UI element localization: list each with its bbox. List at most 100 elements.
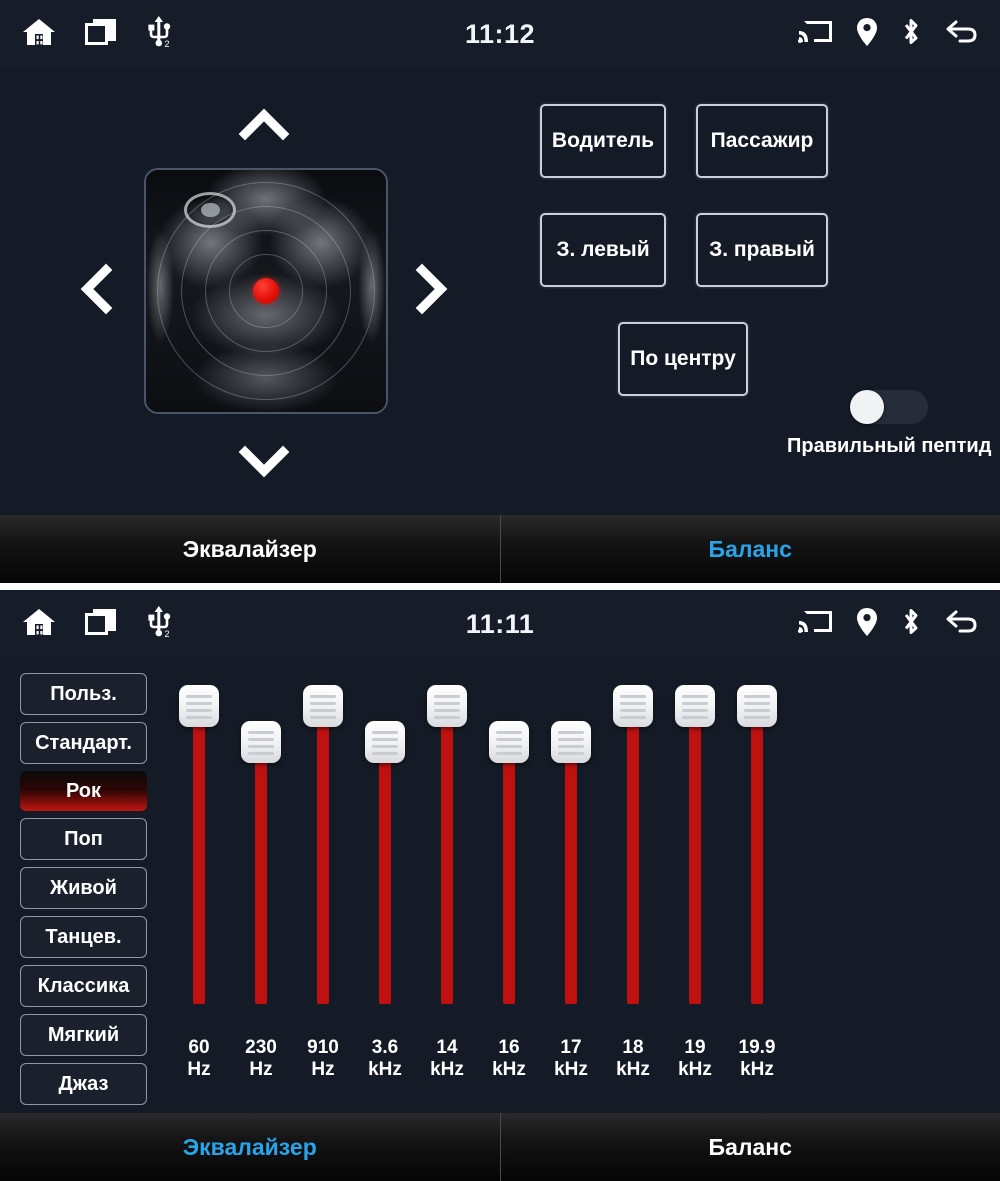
eq-slider-knob[interactable] xyxy=(737,685,777,727)
eq-slider-knob[interactable] xyxy=(613,685,653,727)
eq-preset-soft[interactable]: Мягкий xyxy=(20,1014,147,1056)
eq-preset-live[interactable]: Живой xyxy=(20,867,147,909)
knob-grip-line xyxy=(434,702,460,705)
eq-slider-knob[interactable] xyxy=(489,721,529,763)
location-icon[interactable] xyxy=(856,17,878,52)
fader-control xyxy=(64,90,464,500)
knob-grip-line xyxy=(248,752,274,755)
eq-frequency-value: 19.9 xyxy=(738,1037,776,1058)
eq-frequency-unit: Hz xyxy=(187,1059,211,1081)
eq-slider-track[interactable] xyxy=(255,747,267,1004)
eq-slider-track[interactable] xyxy=(689,711,701,1004)
knob-grip-line xyxy=(372,745,398,748)
eq-preset-dance[interactable]: Танцев. xyxy=(20,916,147,958)
knob-grip-line xyxy=(496,738,522,741)
peptide-toggle[interactable] xyxy=(850,390,929,424)
cast-icon[interactable] xyxy=(798,608,834,641)
peptide-toggle-label: Правильный пептид xyxy=(787,435,992,457)
eq-slider-knob[interactable] xyxy=(675,685,715,727)
eq-frequency-unit: Hz xyxy=(311,1059,335,1081)
eq-slider-track[interactable] xyxy=(441,711,453,1004)
fader-position-dot[interactable] xyxy=(253,278,279,304)
eq-frequency-unit: Hz xyxy=(249,1059,273,1081)
toggle-knob xyxy=(850,390,885,424)
speaker-button-driver[interactable]: Водитель xyxy=(540,104,666,178)
eq-frequency-value: 230 xyxy=(245,1037,277,1058)
eq-preset-classic[interactable]: Классика xyxy=(20,965,147,1007)
fader-left-button[interactable] xyxy=(72,262,126,316)
eq-slider-track[interactable] xyxy=(627,711,639,1004)
eq-slider-track[interactable] xyxy=(503,747,515,1004)
bluetooth-icon[interactable] xyxy=(900,607,922,642)
eq-preset-jazz[interactable]: Джаз xyxy=(20,1063,147,1105)
bluetooth-icon[interactable] xyxy=(900,17,922,52)
screen-root: 2 11:12 Водитель Пассажир З. левый З. пр… xyxy=(0,0,1000,1181)
knob-grip-line xyxy=(558,752,584,755)
eq-preset-standard[interactable]: Стандарт. xyxy=(20,722,147,764)
eq-slider-track[interactable] xyxy=(379,747,391,1004)
eq-slider-track[interactable] xyxy=(317,711,329,1004)
knob-grip-line xyxy=(372,738,398,741)
eq-band-5: 16 kHz xyxy=(478,673,540,1093)
knob-grip-line xyxy=(496,752,522,755)
eq-preset-user[interactable]: Польз. xyxy=(20,673,147,715)
knob-grip-line xyxy=(744,709,770,712)
eq-slider-knob[interactable] xyxy=(241,721,281,763)
eq-preset-rock[interactable]: Рок xyxy=(20,771,147,811)
eq-preset-list: Польз. Стандарт. Рок Поп Живой Танцев. Классик… xyxy=(20,673,147,1112)
knob-grip-line xyxy=(248,745,274,748)
location-icon[interactable] xyxy=(856,607,878,642)
knob-grip-line xyxy=(682,709,708,712)
eq-slider-knob[interactable] xyxy=(179,685,219,727)
tab-balance-panel1[interactable]: Баланс xyxy=(499,515,1000,583)
bottom-tab-bar-panel2: Эквалайзер Баланс xyxy=(0,1113,1000,1181)
eq-frequency-value: 60 xyxy=(188,1037,210,1058)
eq-frequency-label: 18 kHz xyxy=(602,1037,664,1082)
knob-grip-line xyxy=(186,702,212,705)
eq-preset-pop[interactable]: Поп xyxy=(20,818,147,860)
knob-grip-line xyxy=(372,752,398,755)
eq-slider-knob[interactable] xyxy=(303,685,343,727)
eq-slider-track[interactable] xyxy=(751,711,763,1004)
eq-frequency-label: 14 kHz xyxy=(416,1037,478,1082)
eq-band-4: 14 kHz xyxy=(416,673,478,1093)
tab-equalizer-panel1[interactable]: Эквалайзер xyxy=(0,515,500,583)
knob-grip-line xyxy=(310,716,336,719)
eq-band-8: 19 kHz xyxy=(664,673,726,1093)
eq-frequency-unit: kHz xyxy=(368,1059,402,1081)
fader-down-button[interactable] xyxy=(237,432,291,486)
eq-slider-knob[interactable] xyxy=(365,721,405,763)
knob-grip-line xyxy=(310,709,336,712)
speaker-button-rear-left[interactable]: З. левый xyxy=(540,213,666,287)
speaker-button-rear-right[interactable]: З. правый xyxy=(696,213,828,287)
knob-grip-line xyxy=(682,695,708,698)
eq-slider-knob[interactable] xyxy=(551,721,591,763)
knob-grip-line xyxy=(434,716,460,719)
speaker-button-center[interactable]: По центру xyxy=(618,322,748,396)
eq-frequency-label: 60 Hz xyxy=(168,1037,230,1082)
tab-equalizer-panel2[interactable]: Эквалайзер xyxy=(0,1113,500,1181)
knob-grip-line xyxy=(248,731,274,734)
knob-grip-line xyxy=(372,731,398,734)
back-icon[interactable] xyxy=(944,18,978,51)
status-bar-right-icons xyxy=(798,17,978,52)
eq-band-6: 17 kHz xyxy=(540,673,602,1093)
tab-balance-panel2[interactable]: Баланс xyxy=(499,1113,1000,1181)
eq-slider-knob[interactable] xyxy=(427,685,467,727)
knob-grip-line xyxy=(744,716,770,719)
knob-grip-line xyxy=(496,745,522,748)
eq-slider-track[interactable] xyxy=(565,747,577,1004)
knob-grip-line xyxy=(186,709,212,712)
fader-up-button[interactable] xyxy=(237,100,291,154)
eq-slider-track[interactable] xyxy=(193,711,205,1004)
speaker-button-passenger[interactable]: Пассажир xyxy=(696,104,828,178)
eq-frequency-unit: kHz xyxy=(492,1059,526,1081)
eq-frequency-unit: kHz xyxy=(554,1059,588,1081)
eq-frequency-label: 230 Hz xyxy=(230,1037,292,1082)
car-cabin-fader-pad[interactable] xyxy=(144,168,388,414)
knob-grip-line xyxy=(310,702,336,705)
back-icon[interactable] xyxy=(944,608,978,641)
cast-icon[interactable] xyxy=(798,18,834,51)
fader-right-button[interactable] xyxy=(402,262,456,316)
eq-frequency-value: 19 xyxy=(684,1037,706,1058)
